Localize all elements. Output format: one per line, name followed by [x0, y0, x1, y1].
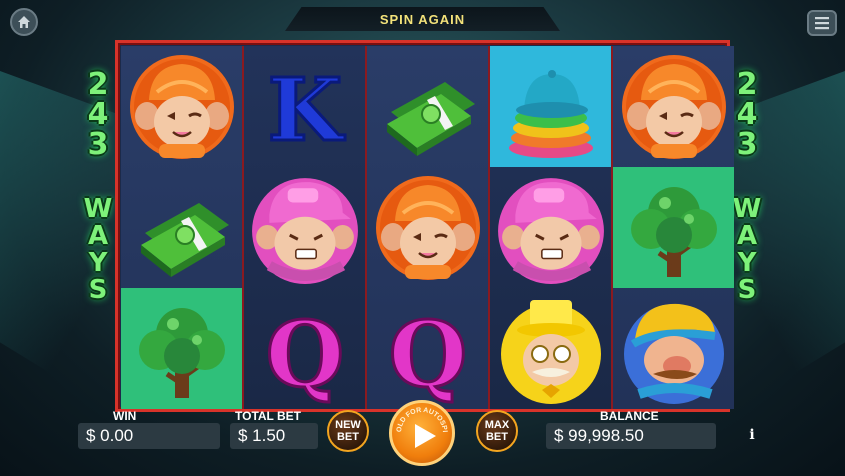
svg-text:Q: Q [265, 302, 343, 404]
status-banner: SPIN AGAIN [285, 7, 560, 31]
reel-3: Q [367, 46, 488, 409]
new-bet-button[interactable]: NEW BET [327, 410, 369, 452]
blue-cap-grandpa-symbol [613, 288, 734, 409]
reel-1 [121, 46, 242, 409]
new-bet-line2: BET [336, 431, 359, 443]
svg-text:Q: Q [388, 302, 466, 404]
orange-monkey-symbol [367, 167, 488, 288]
home-icon [18, 16, 30, 28]
total-bet-value: $ 1.50 [230, 423, 318, 449]
autospin-arc-text: HOLD FOR AUTOSPIN [389, 400, 448, 433]
tree-symbol [613, 167, 734, 288]
reel-4 [490, 46, 611, 409]
balance-value: $ 99,998.50 [546, 423, 716, 449]
new-bet-line1: NEW [335, 419, 361, 431]
hat-stack-symbol [490, 46, 611, 167]
yellow-hat-grandpa-symbol [490, 288, 611, 409]
ways-word: W A Y S [83, 194, 113, 305]
balance-label: BALANCE [600, 409, 659, 423]
svg-text:K: K [267, 60, 345, 161]
reel-grid: K Q Q [115, 40, 734, 412]
ways-count: 2 4 3 [87, 67, 109, 162]
reel-5 [613, 46, 734, 409]
max-bet-button[interactable]: MAX BET [476, 410, 518, 452]
orange-monkey-symbol [613, 46, 734, 167]
ways-indicator-right: 2 4 3 W A Y S [729, 70, 765, 304]
reel-2: K Q [244, 46, 365, 409]
win-value: $ 0.00 [78, 423, 220, 449]
home-button[interactable] [10, 8, 38, 36]
banner-text: SPIN AGAIN [379, 11, 466, 27]
ways-indicator-left: 2 4 3 W A Y S [80, 70, 116, 304]
menu-button[interactable] [807, 10, 837, 36]
spin-button[interactable]: HOLD FOR AUTOSPIN [389, 400, 455, 466]
info-button[interactable]: i [743, 427, 761, 445]
max-bet-line1: MAX [484, 419, 510, 431]
letter-q-symbol: Q [244, 288, 365, 409]
max-bet-line2: BET [485, 431, 508, 443]
letter-q-symbol: Q [367, 288, 488, 409]
cash-stack-symbol [121, 167, 242, 288]
cash-stack-symbol [367, 46, 488, 167]
win-label: WIN [113, 409, 137, 423]
hamburger-menu-icon [815, 17, 829, 30]
letter-k-symbol: K [244, 46, 365, 167]
tree-symbol [121, 288, 242, 409]
ways-word: W A Y S [732, 194, 762, 305]
orange-monkey-symbol [121, 46, 242, 167]
pink-cap-monkey-symbol [244, 167, 365, 288]
info-icon: i [749, 427, 755, 443]
svg-text:HOLD FOR AUTOSPIN: HOLD FOR AUTOSPIN [389, 400, 448, 433]
ways-count: 2 4 3 [736, 67, 758, 162]
pink-cap-monkey-symbol [490, 167, 611, 288]
total-bet-label: TOTAL BET [235, 409, 301, 423]
